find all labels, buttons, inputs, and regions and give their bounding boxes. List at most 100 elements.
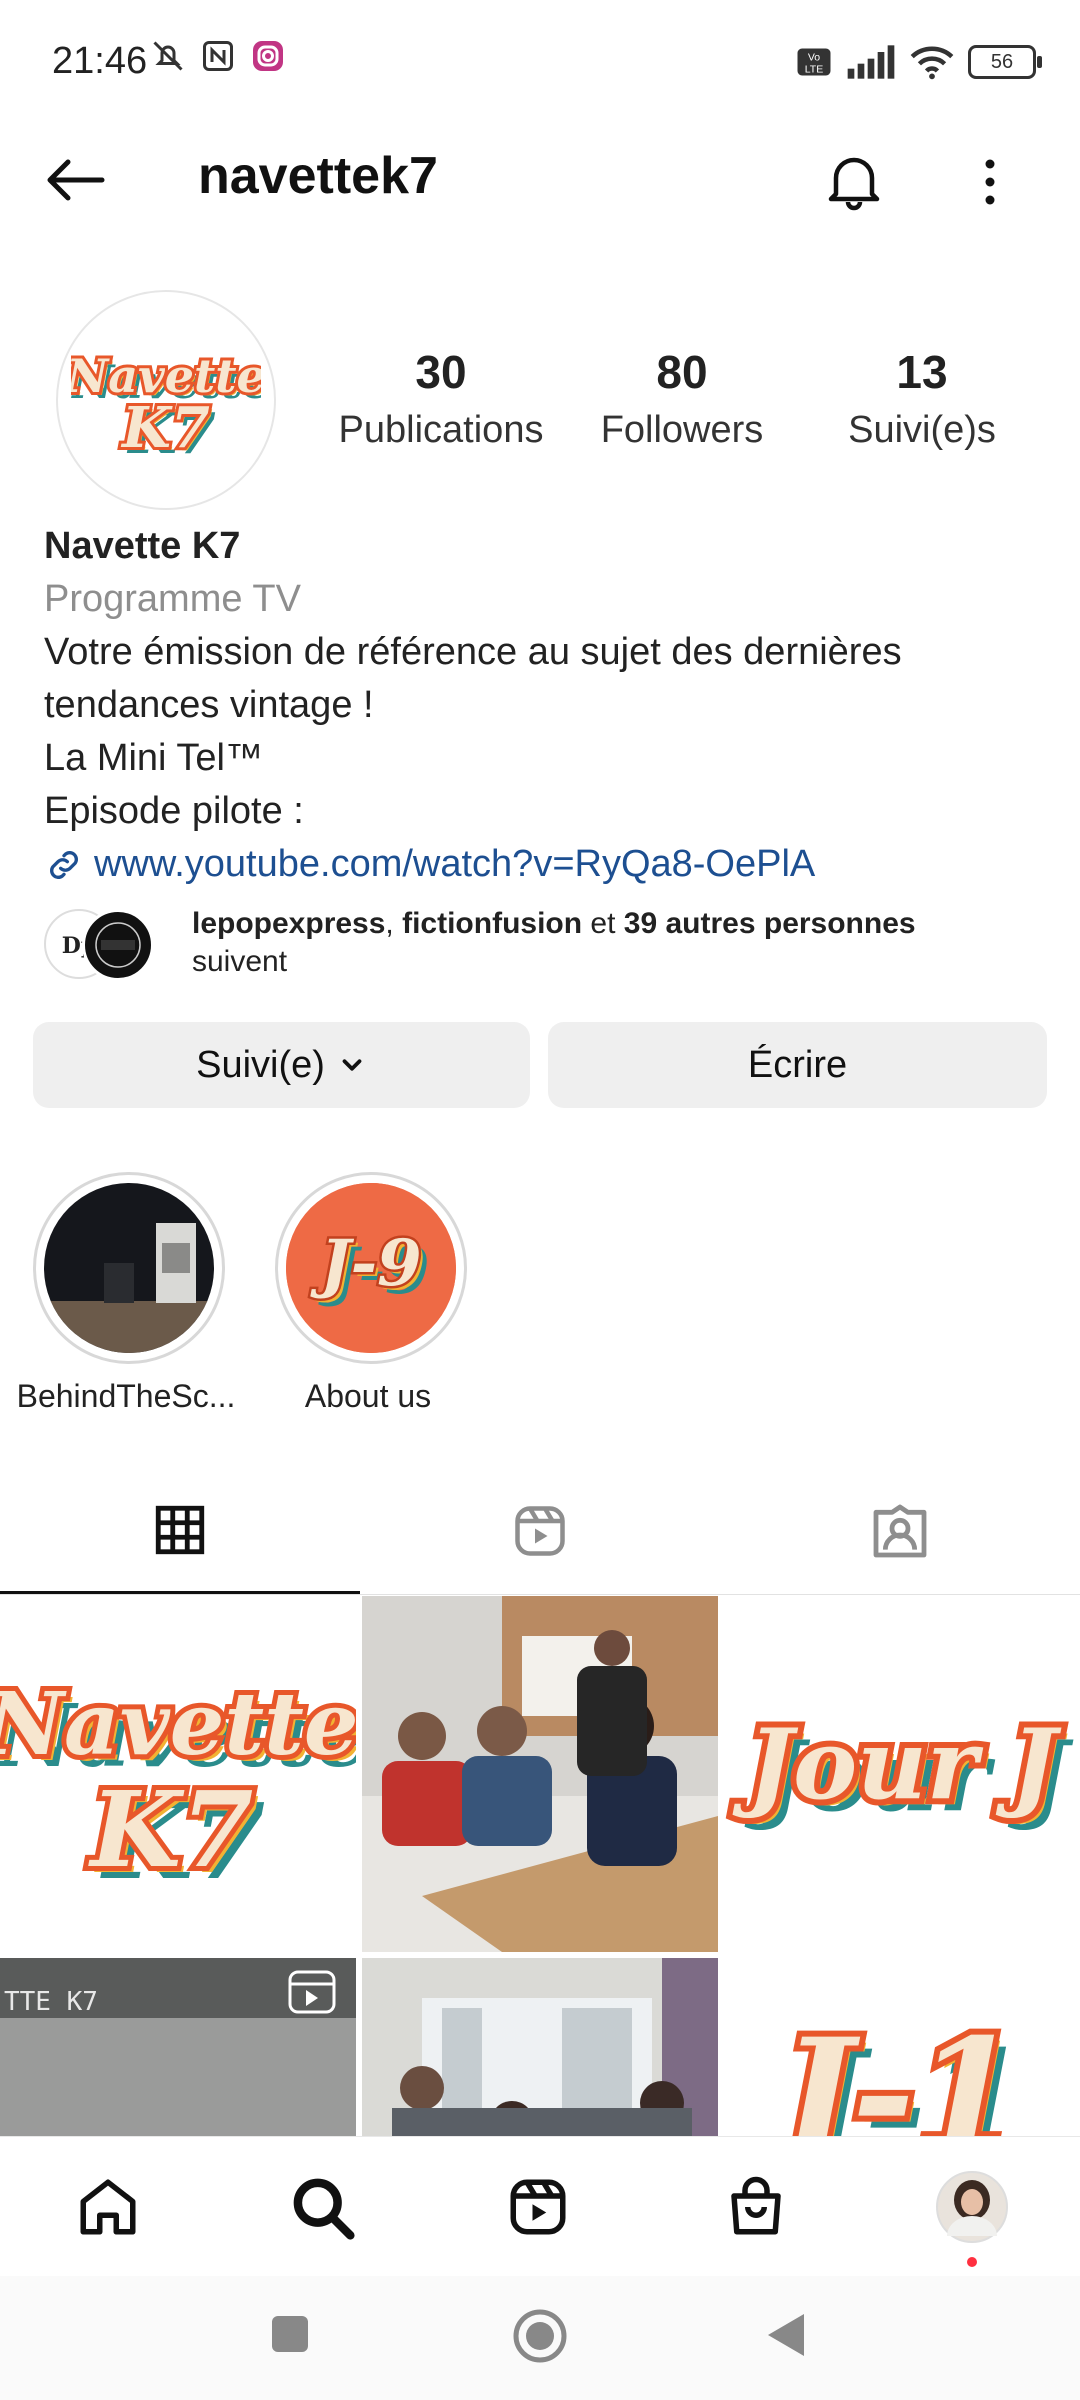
nav-home[interactable] xyxy=(68,2167,148,2247)
stat-publications[interactable]: 30 Publications xyxy=(331,345,551,452)
profile-avatar[interactable]: Navette Navette Navette Navette K7 K7 K7… xyxy=(56,290,276,510)
post-photo-classroom xyxy=(362,1596,718,1952)
volte-icon: VoLTE xyxy=(797,48,831,76)
grid-post[interactable]: Navette Navette Navette Navette K7 K7 K7… xyxy=(0,1596,356,1952)
bio-line: Episode pilote : xyxy=(44,790,304,832)
recent-apps-icon[interactable] xyxy=(268,2312,312,2356)
bio-link[interactable]: www.youtube.com/watch?v=RyQa8-OePlA xyxy=(44,838,1044,891)
stat-value: 13 xyxy=(896,346,948,398)
svg-text:Jour J: Jour J xyxy=(732,1708,1062,1821)
followed-by-and: et xyxy=(582,907,624,940)
back-arrow-icon[interactable] xyxy=(40,150,110,210)
battery-icon: 56 xyxy=(968,45,1042,79)
back-triangle-icon[interactable] xyxy=(762,2310,810,2360)
post-logo-j-1: J-1 J-1 J-1 J-1 xyxy=(724,1958,1080,2136)
grid-post[interactable]: Jour J Jour J Jour J Jour J xyxy=(724,1596,1080,1952)
highlight-j9-text: J-9 xyxy=(309,1226,421,1301)
profile-name: Navette K7 xyxy=(44,525,241,567)
status-bar: 21:46 Vo LTE 56 xyxy=(0,0,1080,130)
notification-dot xyxy=(967,2257,977,2267)
post-logo-jour-j: Jour J Jour J Jour J Jour J xyxy=(724,1596,1080,1952)
highlight-label: About us xyxy=(304,1378,432,1414)
message-button[interactable]: Écrire xyxy=(548,1022,1047,1108)
bio-line: tendances vintage ! xyxy=(44,684,374,726)
tab-reels[interactable] xyxy=(360,1468,720,1594)
followed-by[interactable]: Dp lepopexpress, fictionfusion et 39 aut… xyxy=(44,905,1044,985)
stat-label: Followers xyxy=(600,409,764,451)
system-navigation xyxy=(0,2276,1080,2400)
nfc-icon xyxy=(203,41,233,71)
bio-link-text: www.youtube.com/watch?v=RyQa8-OePlA xyxy=(94,843,816,885)
link-icon xyxy=(50,850,78,879)
highlight-cover xyxy=(44,1183,214,1353)
home-button-icon[interactable] xyxy=(512,2308,568,2364)
follower-avatar xyxy=(82,909,154,981)
follower-name: lepopexpress xyxy=(192,907,386,940)
reels-icon xyxy=(510,2179,566,2235)
nav-search[interactable] xyxy=(282,2167,362,2247)
posts-grid: Navette Navette Navette Navette K7 K7 K7… xyxy=(0,1596,1080,2136)
shopping-bag-icon xyxy=(731,2176,781,2235)
following-button[interactable]: Suivi(e) xyxy=(33,1022,530,1108)
bottom-navigation xyxy=(0,2136,1080,2277)
more-vertical-icon[interactable] xyxy=(968,150,1012,214)
follower-separator: , xyxy=(385,907,403,940)
highlight-cover: J-9 J-9 J-9 J-9 xyxy=(286,1183,456,1353)
grid-post[interactable] xyxy=(362,1596,718,1952)
reels-icon xyxy=(515,1506,565,1556)
status-time: 21:46 xyxy=(52,40,148,82)
grid-icon xyxy=(155,1505,205,1554)
post-photo-meeting xyxy=(362,1958,718,2136)
stat-followers[interactable]: 80 Followers xyxy=(572,345,792,452)
home-icon xyxy=(80,2179,136,2235)
avatar xyxy=(936,2171,1008,2243)
svg-text:Navette: Navette xyxy=(0,1674,356,1775)
tab-tagged[interactable] xyxy=(720,1468,1080,1594)
message-button-label: Écrire xyxy=(747,1043,848,1086)
instagram-app-icon xyxy=(253,41,283,71)
nav-reels[interactable] xyxy=(498,2167,578,2247)
svg-text:Vo: Vo xyxy=(808,52,820,64)
followed-by-text: lepopexpress, fictionfusion et 39 autres… xyxy=(192,905,916,981)
navette-k7-logo: Navette Navette Navette Navette K7 K7 K7… xyxy=(71,346,261,467)
profile-category: Programme TV xyxy=(44,578,301,620)
followed-by-others: 39 autres personnes xyxy=(623,907,916,940)
bell-icon[interactable] xyxy=(822,148,886,212)
profile-bio: Navette K7 Programme TV Votre émission d… xyxy=(44,520,1044,891)
stat-label: Suivi(e)s xyxy=(848,409,996,451)
status-right-icons: Vo LTE 56 xyxy=(796,44,1042,80)
svg-text:J-1: J-1 xyxy=(757,2006,1019,2136)
following-button-label: Suivi(e) xyxy=(196,1043,325,1086)
profile-username: navettek7 xyxy=(198,147,438,205)
logo-k7: K7 xyxy=(120,395,210,461)
post-video-k7: TTE K7 xyxy=(0,1958,356,2136)
signal-icon xyxy=(847,45,895,79)
bio-line: Votre émission de référence au sujet des… xyxy=(44,631,902,673)
bio-line: La Mini Tel™ xyxy=(44,737,263,779)
wifi-icon xyxy=(910,46,954,80)
svg-text:K7: K7 xyxy=(88,1768,254,1891)
highlight-label: BehindTheSc... xyxy=(16,1378,236,1414)
nav-shop[interactable] xyxy=(716,2167,796,2247)
tab-grid[interactable] xyxy=(0,1468,360,1594)
search-icon xyxy=(293,2178,355,2240)
highlight-about-us[interactable]: J-9 J-9 J-9 J-9 xyxy=(275,1172,467,1364)
status-left-icons xyxy=(150,38,286,74)
mute-icon xyxy=(153,41,183,71)
stat-label: Publications xyxy=(338,409,544,451)
stat-value: 80 xyxy=(656,346,708,398)
tagged-icon xyxy=(873,1504,927,1558)
highlight-behind-the-scenes[interactable] xyxy=(33,1172,225,1364)
grid-post[interactable]: J-1 J-1 J-1 J-1 xyxy=(724,1958,1080,2136)
followed-by-suffix: suivent xyxy=(192,945,288,978)
profile-tabs xyxy=(0,1468,1080,1595)
grid-post[interactable]: TTE K7 xyxy=(0,1958,356,2136)
svg-text:LTE: LTE xyxy=(805,64,823,76)
stat-following[interactable]: 13 Suivi(e)s xyxy=(812,345,1032,452)
svg-text:TTE K7: TTE K7 xyxy=(4,1987,98,2017)
follower-name: fictionfusion xyxy=(402,907,583,940)
grid-post[interactable] xyxy=(362,1958,718,2136)
nav-profile[interactable] xyxy=(932,2167,1012,2247)
chevron-down-icon xyxy=(342,1059,362,1071)
stat-value: 30 xyxy=(415,346,467,398)
